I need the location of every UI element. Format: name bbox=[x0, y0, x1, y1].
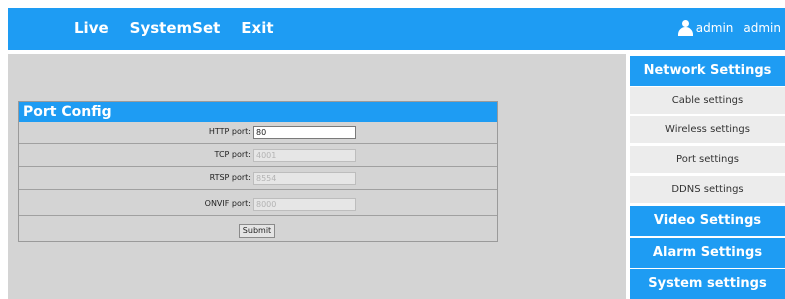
sidebar-item-wireless[interactable]: Wireless settings bbox=[630, 116, 785, 144]
tcp-port-label: TCP port: bbox=[214, 150, 251, 159]
user-icon bbox=[677, 20, 694, 36]
rtsp-port-input bbox=[253, 172, 356, 185]
nav-exit[interactable]: Exit bbox=[241, 19, 273, 37]
top-bar: Live SystemSet Exit admin admin bbox=[8, 8, 785, 50]
http-port-row: HTTP port: bbox=[19, 122, 497, 144]
sidebar-alarm-settings[interactable]: Alarm Settings bbox=[630, 238, 785, 268]
user-box: admin admin bbox=[677, 20, 781, 36]
sidebar-system-settings[interactable]: System settings bbox=[630, 269, 785, 299]
user-label: admin bbox=[695, 21, 734, 35]
port-config-panel: Port Config HTTP port: TCP port: RTSP po… bbox=[18, 101, 498, 242]
onvif-port-input bbox=[253, 198, 356, 211]
rtsp-port-row: RTSP port: bbox=[19, 168, 497, 190]
nav-live[interactable]: Live bbox=[74, 19, 109, 37]
sidebar-item-port[interactable]: Port settings bbox=[630, 146, 785, 174]
top-nav: Live SystemSet Exit bbox=[74, 19, 295, 37]
sidebar-item-ddns[interactable]: DDNS settings bbox=[630, 176, 785, 204]
sidebar-network-settings[interactable]: Network Settings bbox=[630, 56, 785, 86]
nav-systemset[interactable]: SystemSet bbox=[130, 19, 221, 37]
http-port-input[interactable] bbox=[253, 126, 356, 139]
sidebar-video-settings[interactable]: Video Settings bbox=[630, 206, 785, 236]
tcp-port-row: TCP port: bbox=[19, 145, 497, 167]
sidebar-item-cable[interactable]: Cable settings bbox=[630, 87, 785, 115]
tcp-port-input bbox=[253, 149, 356, 162]
http-port-label: HTTP port: bbox=[208, 127, 251, 136]
panel-title: Port Config bbox=[19, 102, 497, 122]
onvif-port-row: ONVIF port: bbox=[19, 194, 497, 216]
rtsp-port-label: RTSP port: bbox=[209, 173, 251, 182]
onvif-port-label: ONVIF port: bbox=[204, 199, 251, 208]
submit-row: Submit bbox=[19, 220, 497, 241]
sidebar: Network Settings Cable settings Wireless… bbox=[628, 54, 785, 299]
user-name[interactable]: admin bbox=[743, 21, 781, 35]
submit-button[interactable]: Submit bbox=[239, 224, 275, 238]
